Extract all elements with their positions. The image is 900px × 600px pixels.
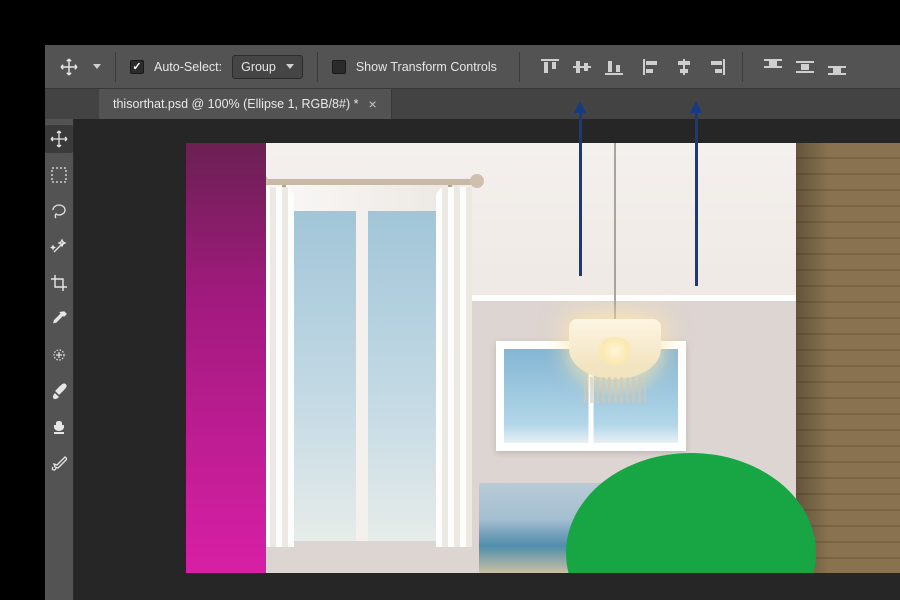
eyedropper-tool[interactable] [45,305,73,333]
annotation-arrow-2 [695,111,698,286]
move-tool[interactable] [45,125,73,153]
align-horizontal-centers[interactable] [672,56,696,78]
image-window-large [266,181,461,541]
auto-select-mode-dropdown[interactable]: Group [232,55,303,79]
align-left-edges[interactable] [640,56,664,78]
photoshop-window: Auto-Select: Group Show Transform Contro… [45,45,900,600]
distribute-bottom[interactable] [825,56,849,78]
image-curtain-rod [260,179,475,185]
image-brick-wall [796,143,900,573]
image-curtain [436,187,472,547]
options-bar: Auto-Select: Group Show Transform Contro… [45,45,900,89]
canvas-area[interactable] [74,119,900,600]
divider [742,52,743,82]
image-pendant-wire [614,143,616,333]
distribute-vertical-centers[interactable] [793,56,817,78]
chevron-down-icon [286,64,294,69]
tools-panel [45,119,74,600]
auto-select-label: Auto-Select: [154,60,222,74]
layer-gradient [186,143,266,573]
tool-preset-move-icon[interactable] [55,53,83,81]
distribute-group [761,56,849,78]
align-horizontal-group [640,56,728,78]
auto-select-mode-value: Group [241,60,276,74]
show-transform-label: Show Transform Controls [356,60,497,74]
align-vertical-group [538,56,626,78]
image-curtain [264,187,294,547]
align-right-edges[interactable] [704,56,728,78]
document-tab[interactable]: thisorthat.psd @ 100% (Ellipse 1, RGB/8#… [99,89,392,119]
image-pendant-crystals [584,377,646,403]
document-canvas[interactable] [186,143,900,573]
align-top-edges[interactable] [538,56,562,78]
distribute-top[interactable] [761,56,785,78]
document-tab-title: thisorthat.psd @ 100% (Ellipse 1, RGB/8#… [113,97,358,111]
divider [317,52,318,82]
work-area [45,119,900,600]
annotation-arrow-1 [579,111,582,276]
align-vertical-centers[interactable] [570,56,594,78]
brush-tool[interactable] [45,377,73,405]
clone-stamp-tool[interactable] [45,413,73,441]
tool-preset-dropdown-icon[interactable] [93,64,101,69]
magic-wand-tool[interactable] [45,233,73,261]
align-bottom-edges[interactable] [602,56,626,78]
lasso-tool[interactable] [45,197,73,225]
close-icon[interactable]: × [368,96,376,112]
divider [115,52,116,82]
image-rod-finial [470,174,484,188]
divider [519,52,520,82]
document-tab-bar: thisorthat.psd @ 100% (Ellipse 1, RGB/8#… [45,89,900,119]
auto-select-checkbox[interactable] [130,60,144,74]
history-brush-tool[interactable] [45,449,73,477]
healing-brush-tool[interactable] [45,341,73,369]
marquee-tool[interactable] [45,161,73,189]
show-transform-checkbox[interactable] [332,60,346,74]
crop-tool[interactable] [45,269,73,297]
image-pendant-shade [569,319,661,379]
